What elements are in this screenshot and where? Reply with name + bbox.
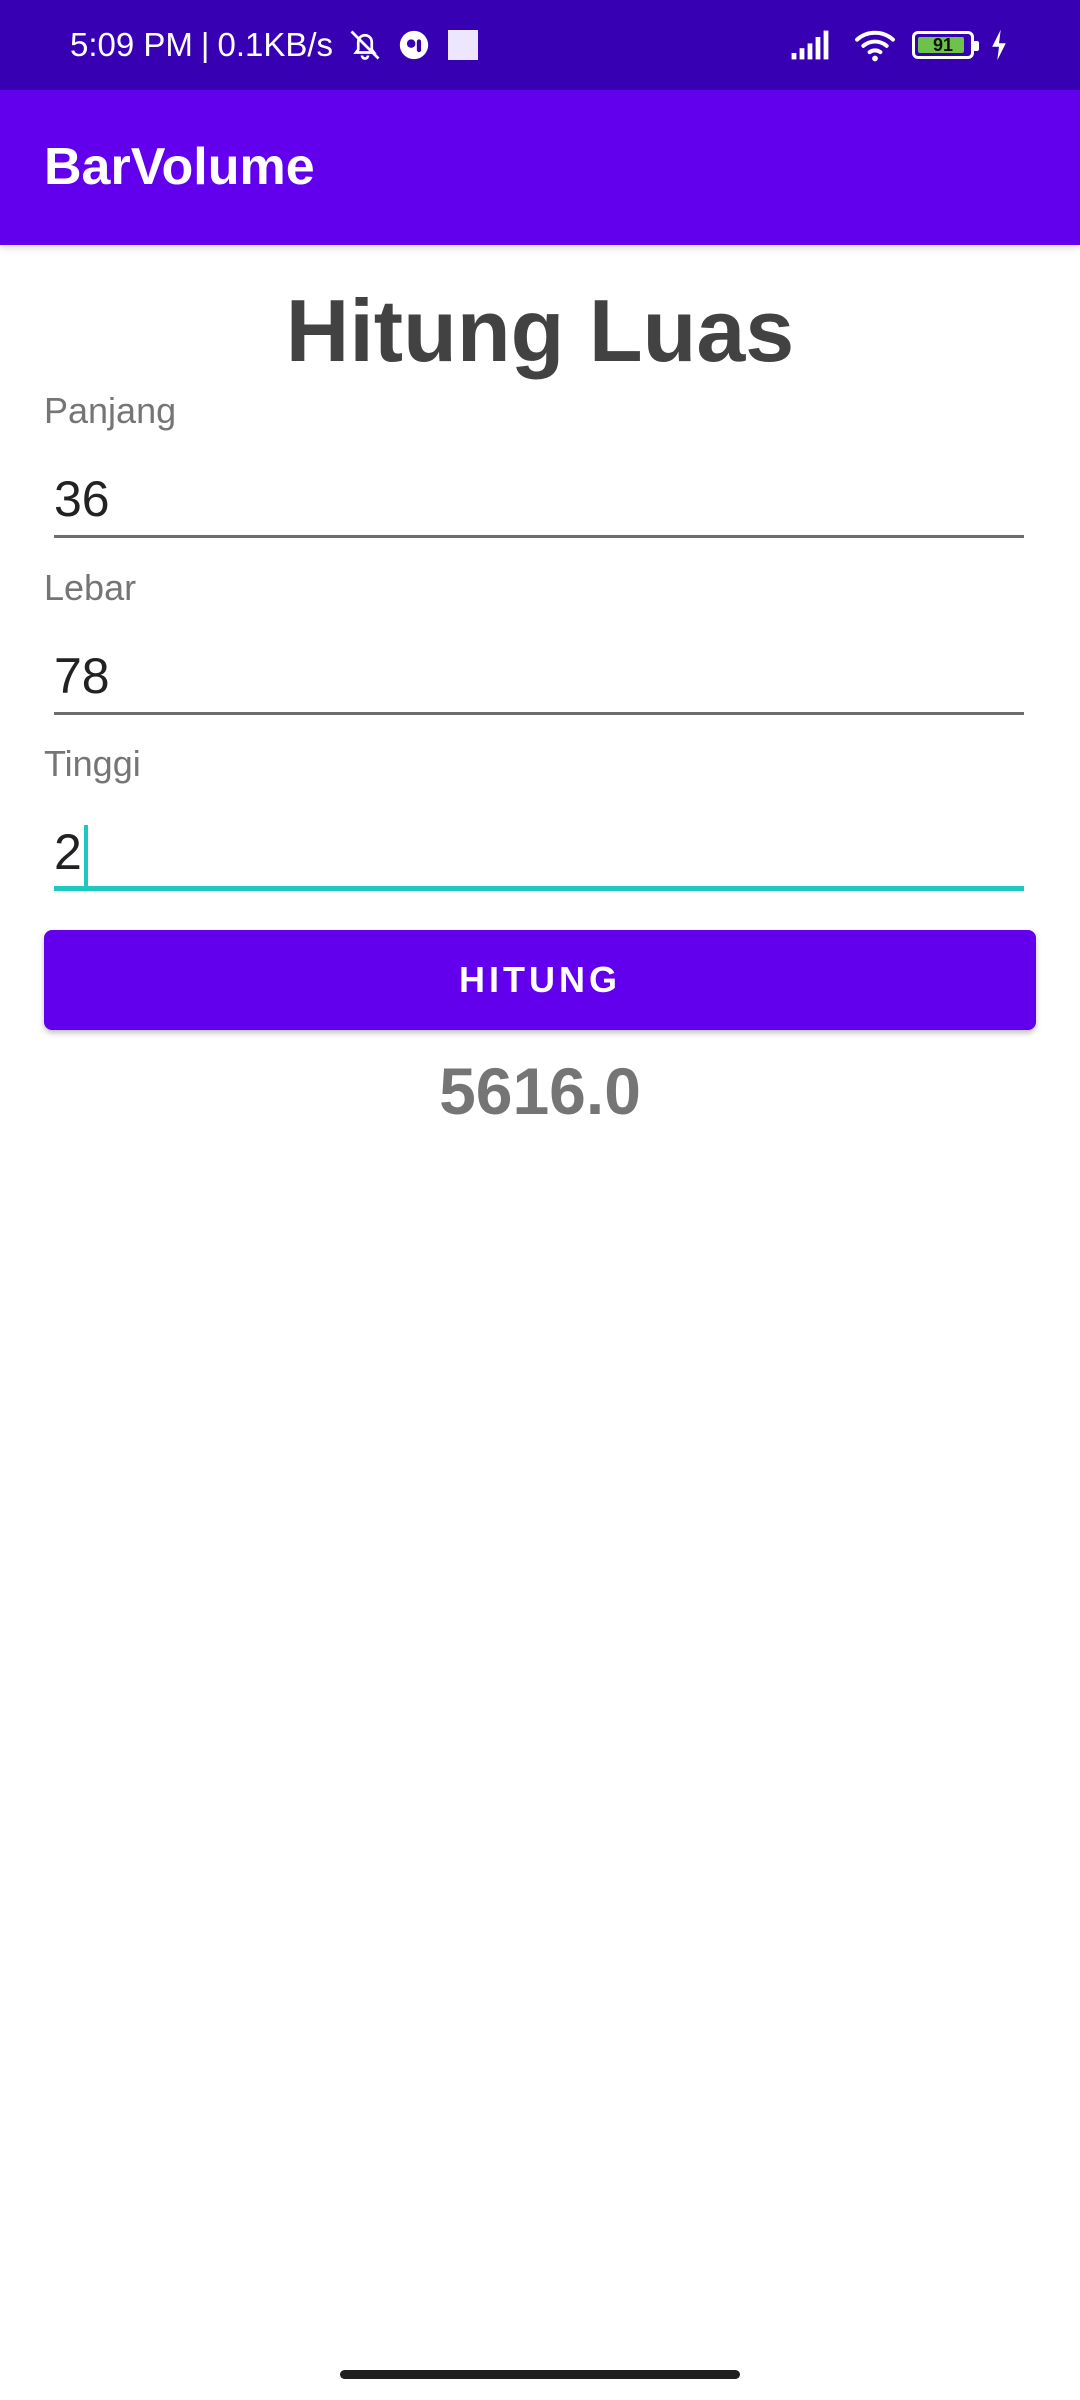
app-bar: BarVolume: [0, 90, 1080, 245]
panjang-label: Panjang: [44, 390, 177, 431]
status-bar: 5:09 PM | 0.1KB/s 91: [0, 0, 1080, 90]
wifi-icon: [852, 27, 898, 63]
tinggi-label: Tinggi: [44, 743, 141, 784]
battery-icon: 91: [912, 31, 979, 59]
page-title: Hitung Luas: [285, 281, 795, 380]
result-text: 5616.0: [439, 1054, 641, 1128]
status-separator: |: [200, 26, 210, 63]
bell-off-icon: [347, 27, 383, 63]
charging-icon: [988, 28, 1010, 62]
battery-level: 91: [932, 35, 954, 55]
status-network-speed: 0.1KB/s: [217, 26, 334, 63]
status-left: 5:09 PM | 0.1KB/s: [70, 0, 481, 90]
status-right: 91: [776, 0, 1010, 90]
app-title: BarVolume: [44, 138, 315, 196]
panjang-value: 36: [54, 471, 110, 527]
hitung-button[interactable]: HITUNG: [44, 930, 1036, 1030]
messenger-icon: [397, 28, 431, 62]
lebar-input[interactable]: 78: [54, 637, 1024, 715]
lebar-value: 78: [54, 648, 110, 704]
battery-tip: [974, 41, 979, 51]
signal-icon: [790, 29, 838, 61]
home-indicator[interactable]: [340, 2370, 740, 2379]
panjang-input[interactable]: 36: [54, 460, 1024, 538]
text-cursor: [83, 824, 88, 887]
tinggi-value: 2: [54, 824, 82, 880]
tinggi-input[interactable]: 2: [54, 813, 1024, 891]
lebar-label: Lebar: [44, 567, 137, 608]
status-time: 5:09 PM: [70, 26, 193, 63]
square-icon: [445, 27, 481, 63]
